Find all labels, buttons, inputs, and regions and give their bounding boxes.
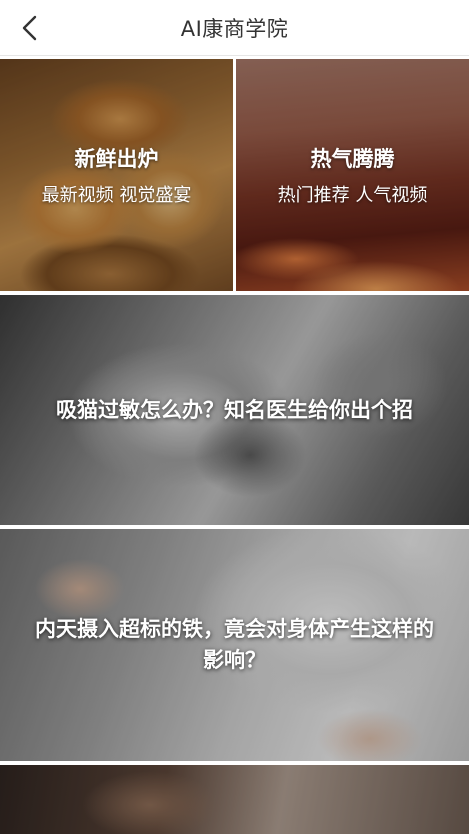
article-title: 吸猫过敏怎么办？知名医生给你出个招 bbox=[56, 397, 413, 422]
article-title: 内天摄入超标的铁，竟会对身体产生这样的影响？ bbox=[35, 617, 434, 672]
article-card-iron-intake[interactable]: 内天摄入超标的铁，竟会对身体产生这样的影响？ bbox=[0, 529, 469, 761]
tile-subtitle: 最新视频 视觉盛宴 bbox=[41, 185, 192, 206]
article-card-partial[interactable] bbox=[0, 765, 469, 834]
back-button[interactable] bbox=[10, 8, 50, 48]
tile-title: 新鲜出炉 bbox=[74, 147, 159, 171]
page-title: AI康商学院 bbox=[180, 16, 289, 41]
tile-title: 热气腾腾 bbox=[310, 147, 395, 171]
chevron-left-icon bbox=[22, 15, 37, 41]
tile-hot[interactable]: 热气腾腾 热门推荐 人气视频 bbox=[236, 59, 469, 291]
app-header: AI康商学院 bbox=[0, 0, 469, 56]
tile-new-release[interactable]: 新鲜出炉 最新视频 视觉盛宴 bbox=[0, 59, 233, 291]
tile-subtitle: 热门推荐 人气视频 bbox=[277, 185, 428, 206]
article-card-cat-allergy[interactable]: 吸猫过敏怎么办？知名医生给你出个招 bbox=[0, 295, 469, 525]
featured-tiles: 新鲜出炉 最新视频 视觉盛宴 热气腾腾 热门推荐 人气视频 bbox=[0, 59, 469, 291]
